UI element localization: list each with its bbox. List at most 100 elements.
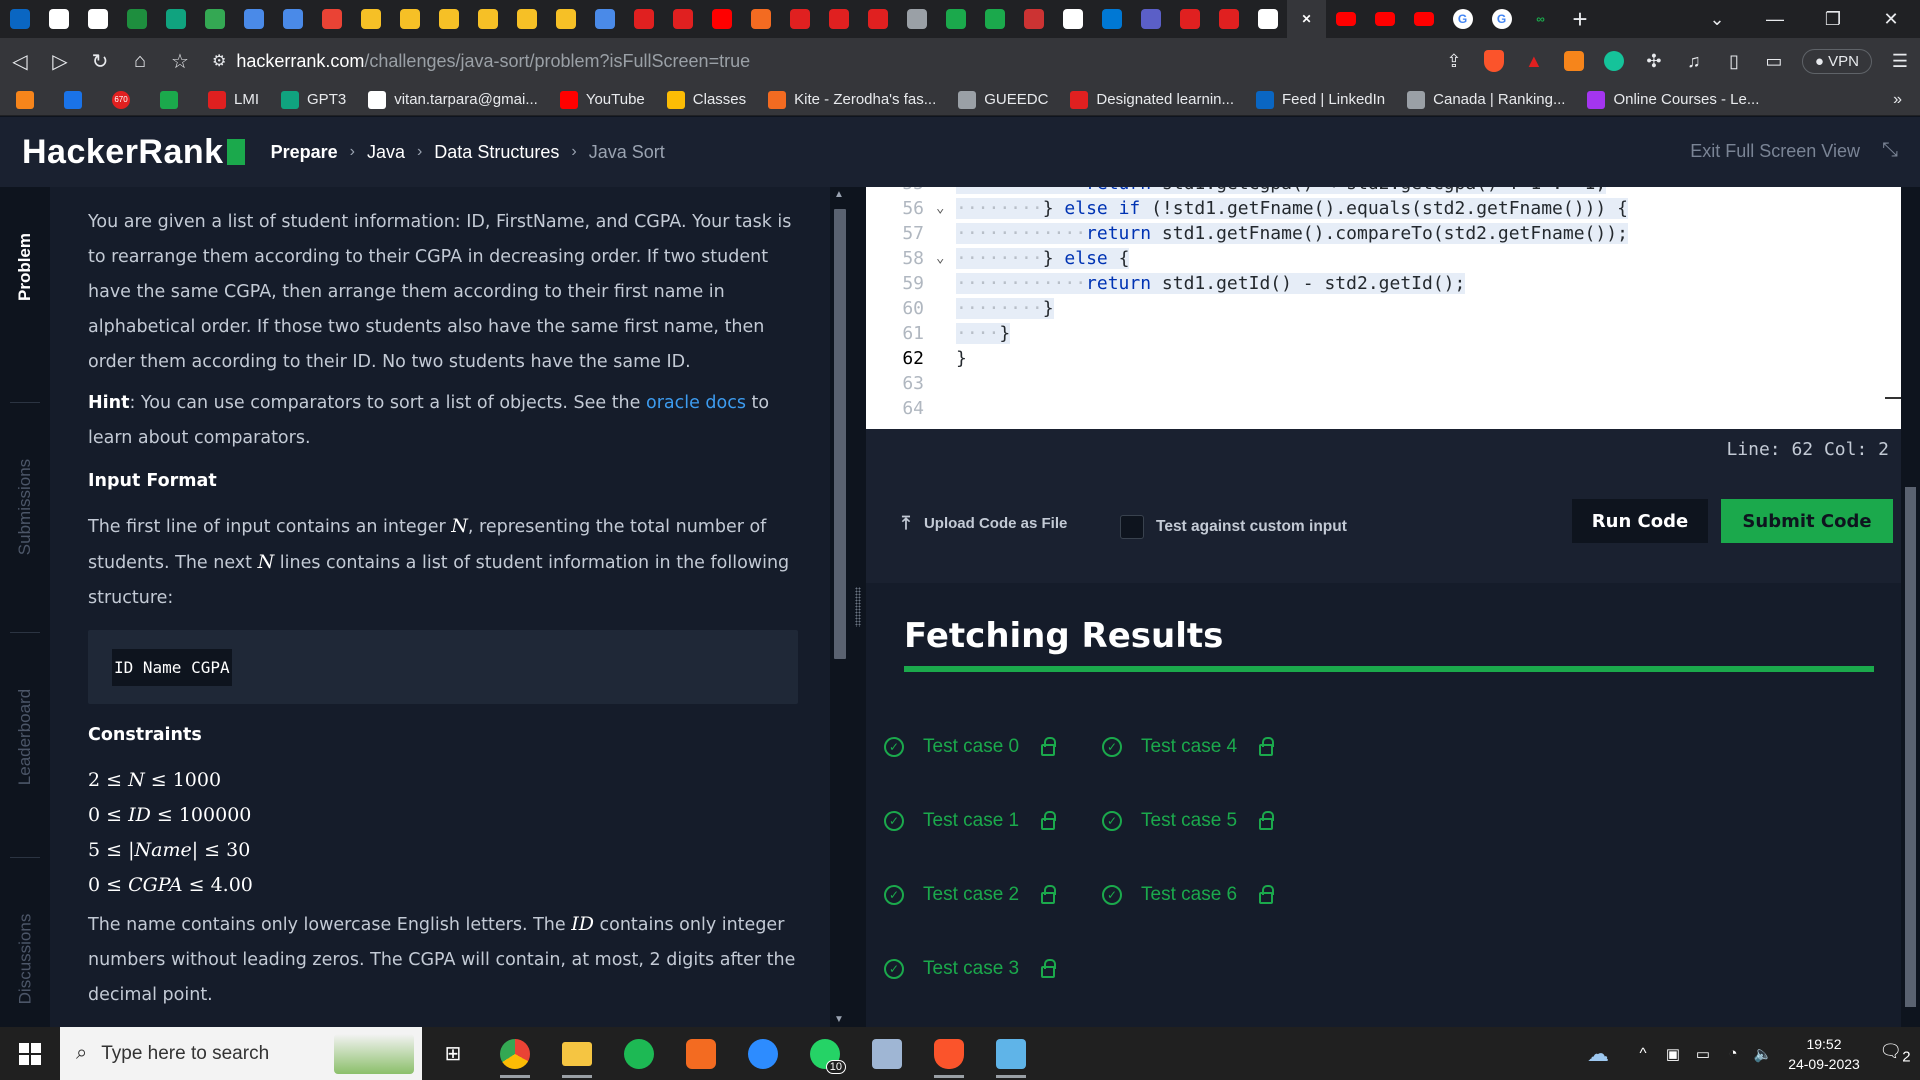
tab[interactable] [663, 0, 702, 38]
active-tab[interactable]: ✕ [1287, 0, 1326, 38]
bookmark-item[interactable]: 670 [112, 90, 138, 109]
zoom-icon[interactable] [732, 1027, 794, 1080]
whatsapp-icon[interactable]: 10 [794, 1027, 856, 1080]
wifi-icon[interactable]: ◔ [1718, 1045, 1748, 1062]
scrollbar-thumb[interactable] [1905, 487, 1916, 1007]
tab[interactable] [897, 0, 936, 38]
tab-google[interactable]: G [1443, 0, 1482, 38]
tab-problem[interactable]: Problem [0, 212, 50, 322]
sidebar-icon[interactable]: ▯ [1714, 38, 1754, 84]
oracle-docs-link[interactable]: oracle docs [646, 393, 746, 413]
url-input[interactable]: ⚙ hackerrank.com/challenges/java-sort/pr… [212, 44, 1412, 78]
share-icon[interactable]: ⇪ [1434, 38, 1474, 84]
bookmark-item[interactable]: vitan.tarpara@gmai... [368, 90, 538, 109]
test-case-item[interactable]: ✓ Test case 2 [884, 884, 1057, 906]
code-line[interactable]: 59 ············return std1.getId() - std2… [866, 271, 1901, 296]
taskbar-search-input[interactable]: ⌕ Type here to search [60, 1027, 422, 1080]
wallet-icon[interactable]: ▭ [1754, 38, 1794, 84]
site-settings-icon[interactable]: ⚙ [212, 51, 226, 71]
fold-chevron-icon[interactable]: ⌄ [936, 196, 944, 221]
tab-youtube[interactable] [1404, 0, 1443, 38]
bookmark-item[interactable]: GUEEDC [958, 90, 1048, 109]
tab[interactable] [975, 0, 1014, 38]
breadcrumb-java[interactable]: Java [367, 142, 405, 163]
brave-shields-icon[interactable] [1474, 38, 1514, 84]
fold-chevron-icon[interactable]: ⌄ [936, 246, 944, 271]
scroll-down-icon[interactable]: ▼ [834, 1014, 844, 1025]
close-tab-icon[interactable]: ✕ [1297, 9, 1317, 29]
tab[interactable] [156, 0, 195, 38]
breadcrumb-data-structures[interactable]: Data Structures [434, 142, 559, 163]
tab[interactable] [546, 0, 585, 38]
tab[interactable] [1209, 0, 1248, 38]
custom-input-checkbox[interactable] [1120, 515, 1144, 539]
bookmark-item[interactable]: Designated learnin... [1070, 90, 1234, 109]
tab[interactable] [429, 0, 468, 38]
start-button[interactable] [0, 1027, 60, 1080]
bookmark-item[interactable]: Classes [666, 90, 746, 109]
code-line[interactable]: 60 ········} [866, 296, 1901, 321]
tab-google[interactable]: G [1482, 0, 1521, 38]
app-orange-icon[interactable] [670, 1027, 732, 1080]
vpn-button[interactable]: ● VPN [1801, 48, 1872, 74]
file-explorer-icon[interactable] [546, 1027, 608, 1080]
tab-youtube[interactable] [1365, 0, 1404, 38]
scrollbar-thumb[interactable] [834, 209, 846, 659]
minimize-button[interactable]: — [1746, 0, 1804, 38]
code-line[interactable]: 56 ⌄ ········} else if (!std1.getFname().e… [866, 196, 1901, 221]
code-line[interactable]: 63 [866, 371, 1901, 396]
spotify-icon[interactable] [608, 1027, 670, 1080]
tab[interactable] [1170, 0, 1209, 38]
tab[interactable] [936, 0, 975, 38]
brave-taskbar-icon[interactable] [918, 1027, 980, 1080]
test-case-item[interactable]: ✓ Test case 4 [1102, 736, 1275, 758]
bookmark-item[interactable]: Feed | LinkedIn [1256, 90, 1385, 109]
hackerrank-logo[interactable]: HackerRank [22, 133, 245, 172]
tab-youtube[interactable] [1326, 0, 1365, 38]
test-case-item[interactable]: ✓ Test case 6 [1102, 884, 1275, 906]
exit-fullscreen-link[interactable]: Exit Full Screen View [1690, 141, 1860, 162]
tab[interactable] [507, 0, 546, 38]
tab[interactable] [351, 0, 390, 38]
tab-search-icon[interactable]: ⌄ [1688, 0, 1746, 38]
app-blue-icon[interactable] [856, 1027, 918, 1080]
tab[interactable] [1053, 0, 1092, 38]
bookmark-item[interactable]: LMI [208, 90, 259, 109]
tab-app[interactable]: ∞ [1521, 0, 1560, 38]
tab[interactable] [702, 0, 741, 38]
tab[interactable] [468, 0, 507, 38]
run-code-button[interactable]: Run Code [1572, 499, 1708, 543]
home-icon[interactable]: ⌂ [120, 41, 160, 81]
code-editor[interactable]: 55············return std1.getCgpa() < st… [866, 187, 1901, 429]
tab-discussions[interactable]: Discussions [0, 899, 50, 1019]
new-tab-button[interactable]: + [1560, 0, 1600, 38]
tab[interactable] [624, 0, 663, 38]
tab[interactable] [585, 0, 624, 38]
tab[interactable] [858, 0, 897, 38]
code-line[interactable]: 58 ⌄ ········} else { [866, 246, 1901, 271]
tab[interactable] [195, 0, 234, 38]
forward-icon[interactable]: ▷ [40, 41, 80, 81]
tab[interactable] [1014, 0, 1053, 38]
restore-button[interactable]: ❐ [1804, 0, 1862, 38]
custom-input-toggle[interactable]: Test against custom input [1120, 515, 1347, 539]
tab[interactable] [312, 0, 351, 38]
scroll-up-icon[interactable]: ▲ [834, 189, 844, 200]
onedrive-icon[interactable]: ☁ [1568, 1041, 1628, 1067]
tab[interactable] [0, 0, 39, 38]
bookmark-item[interactable]: Canada | Ranking... [1407, 90, 1565, 109]
back-icon[interactable]: ◁ [0, 41, 40, 81]
breadcrumb-prepare[interactable]: Prepare [271, 142, 338, 163]
panel-resize-handle[interactable] [850, 187, 866, 1027]
submit-code-button[interactable]: Submit Code [1721, 499, 1893, 543]
brave-rewards-icon[interactable]: ▲ [1514, 38, 1554, 84]
tab[interactable] [819, 0, 858, 38]
bookmark-item[interactable]: YouTube [559, 90, 645, 109]
test-case-item[interactable]: ✓ Test case 3 [884, 958, 1057, 980]
metamask-icon[interactable] [1554, 38, 1594, 84]
bookmark-icon[interactable]: ☆ [160, 41, 200, 81]
extensions-icon[interactable]: ✣ [1634, 38, 1674, 84]
tab[interactable] [78, 0, 117, 38]
tab[interactable] [1131, 0, 1170, 38]
test-case-item[interactable]: ✓ Test case 5 [1102, 810, 1275, 832]
